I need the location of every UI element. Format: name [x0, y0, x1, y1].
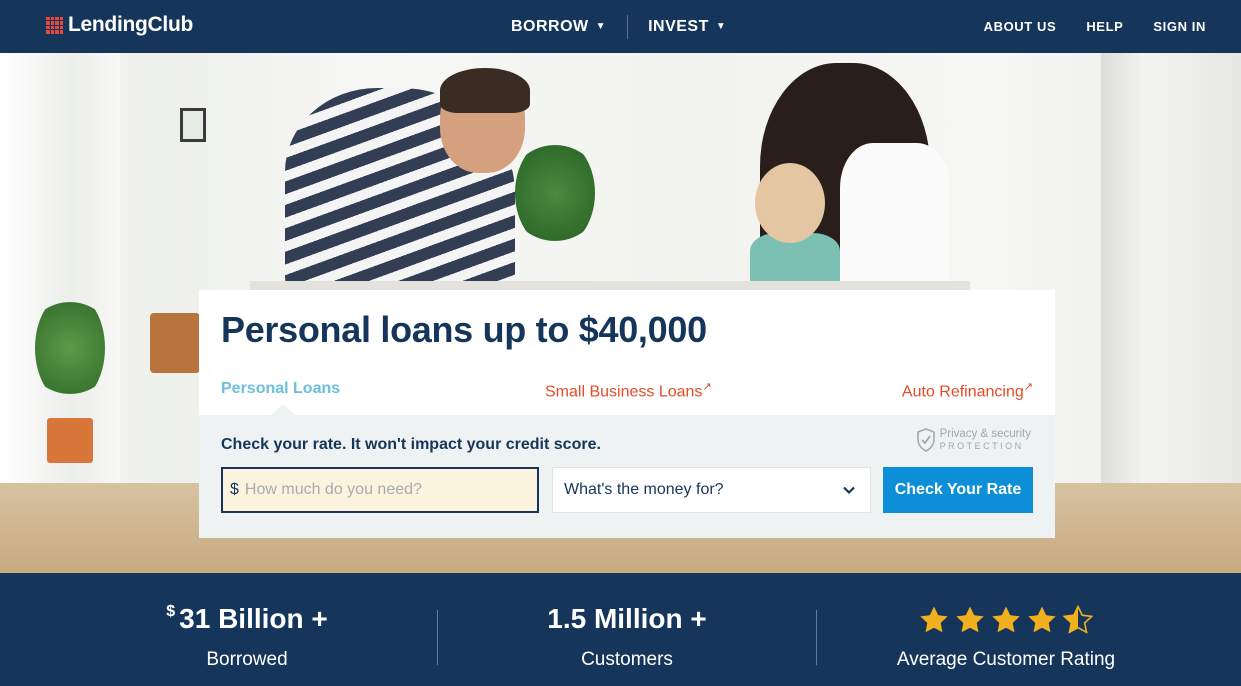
loan-amount-input[interactable] — [244, 481, 525, 499]
tab-small-business-loans[interactable]: Small Business Loans↗ — [545, 380, 712, 401]
stat-borrowed-label: Borrowed — [206, 649, 288, 670]
caret-down-icon: ▼ — [715, 21, 727, 32]
nav-sign-in[interactable]: SIGN IN — [1153, 19, 1206, 34]
stat-customers: 1.5 Million + Customers — [437, 573, 817, 686]
stat-rating: Average Customer Rating — [816, 573, 1196, 686]
protection-label: PROTECTION — [939, 441, 1024, 451]
star-full-icon — [920, 606, 948, 633]
stats-bar: $31 Billion + Borrowed 1.5 Million + Cus… — [0, 573, 1241, 686]
loan-amount-field[interactable]: $ — [221, 467, 539, 513]
nav-invest[interactable]: INVEST ▼ — [648, 18, 726, 36]
chevron-down-icon — [843, 486, 855, 495]
nav-help[interactable]: HELP — [1086, 19, 1123, 34]
tab-personal-loans-label: Personal Loans — [221, 380, 341, 397]
rate-form: Check your rate. It won't impact your cr… — [199, 415, 1055, 538]
stat-borrowed: $31 Billion + Borrowed — [57, 573, 437, 686]
nav-borrow-label: BORROW — [511, 17, 589, 35]
external-link-icon: ↗ — [702, 381, 712, 393]
star-full-icon — [956, 606, 984, 633]
loan-purpose-value: What's the money for? — [564, 481, 724, 498]
external-link-icon: ↗ — [1023, 381, 1033, 393]
loan-rate-card: Personal loans up to $40,000 Personal Lo… — [199, 290, 1055, 538]
logo-grid-icon — [46, 16, 63, 34]
loan-type-tabs: Personal Loans Small Business Loans↗ Aut… — [221, 380, 1033, 406]
stat-borrowed-value: 31 Billion + — [179, 603, 328, 634]
star-half-icon — [1063, 605, 1093, 634]
star-full-icon — [1028, 606, 1056, 633]
nav-invest-label: INVEST — [648, 17, 709, 35]
caret-down-icon: ▼ — [595, 21, 607, 32]
lendingclub-logo[interactable]: LendingClub — [46, 13, 193, 37]
shield-check-icon — [916, 428, 935, 452]
star-full-icon — [992, 606, 1020, 633]
rate-check-notice: Check your rate. It won't impact your cr… — [221, 436, 601, 453]
check-your-rate-button[interactable]: Check Your Rate — [883, 467, 1033, 513]
currency-symbol: $ — [166, 603, 176, 620]
secondary-nav: ABOUT US HELP SIGN IN — [984, 0, 1206, 53]
active-tab-pointer — [271, 404, 295, 415]
stat-rating-label: Average Customer Rating — [896, 649, 1116, 670]
stat-customers-value: 1.5 Million + — [547, 603, 707, 634]
stat-customers-label: Customers — [581, 649, 673, 670]
top-nav-bar: LendingClub BORROW ▼ INVEST ▼ ABOUT US H… — [0, 0, 1241, 53]
logo-text: LendingClub — [68, 13, 194, 36]
rating-stars — [816, 605, 1196, 635]
privacy-badge: Privacy & security PROTECTION — [916, 428, 1031, 452]
nav-about-us[interactable]: ABOUT US — [984, 19, 1057, 34]
main-nav: BORROW ▼ INVEST ▼ — [511, 0, 726, 53]
dollar-prefix: $ — [230, 481, 239, 498]
page-title: Personal loans up to $40,000 — [221, 309, 707, 350]
tab-auto-refinancing[interactable]: Auto Refinancing↗ — [902, 380, 1033, 401]
tab-auto-refinancing-label: Auto Refinancing — [901, 383, 1024, 401]
privacy-label: Privacy & security — [939, 428, 1031, 440]
tab-personal-loans[interactable]: Personal Loans — [221, 380, 340, 398]
nav-borrow[interactable]: BORROW ▼ — [511, 18, 606, 36]
loan-purpose-select[interactable]: What's the money for? — [552, 467, 871, 513]
tab-small-business-loans-label: Small Business Loans — [545, 383, 703, 401]
nav-divider — [627, 14, 629, 39]
